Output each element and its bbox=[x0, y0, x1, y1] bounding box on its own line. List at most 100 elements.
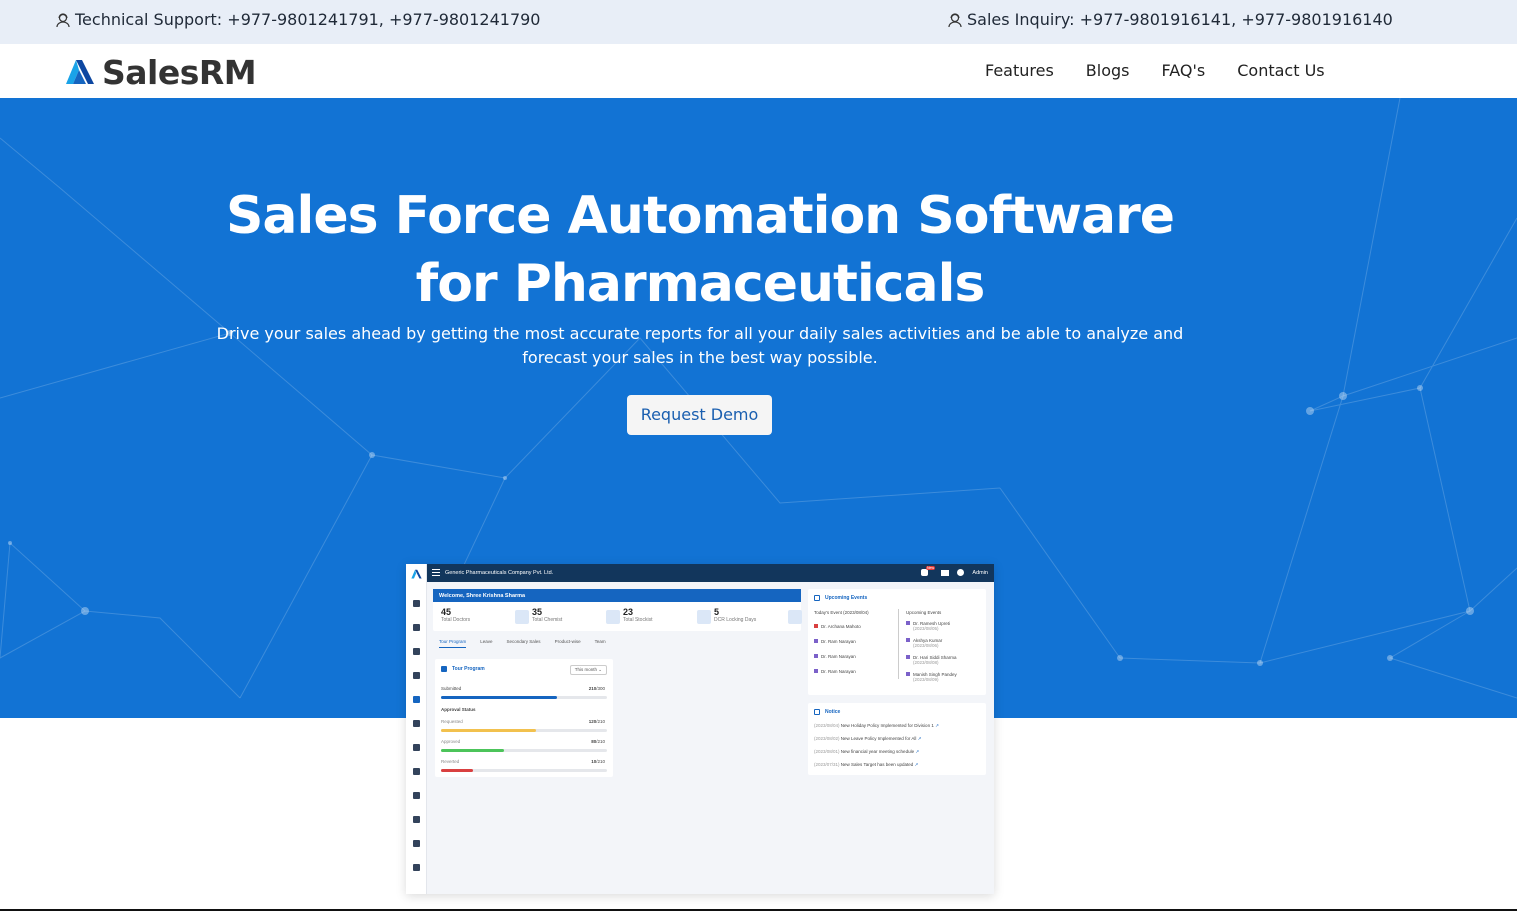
notice-icon bbox=[814, 709, 820, 715]
dashboard-preview: Generic Pharmaceuticals Company Pvt. Ltd… bbox=[406, 564, 994, 894]
company-name: Generic Pharmaceuticals Company Pvt. Ltd… bbox=[445, 570, 554, 576]
today-event-item[interactable]: Dr. Archana Mahoto bbox=[814, 624, 861, 629]
brand-name: SalesRM bbox=[102, 53, 257, 92]
submitted-label: Submitted bbox=[441, 686, 462, 691]
tab-leave[interactable]: Leave bbox=[480, 639, 492, 648]
submitted-progress bbox=[441, 696, 607, 699]
briefcase-icon[interactable] bbox=[413, 696, 420, 703]
today-event-item[interactable]: Dr. Ram Narayan bbox=[814, 669, 856, 674]
approval-row-progress bbox=[441, 769, 607, 772]
stat-total-doctors[interactable]: 45 Total Doctors bbox=[441, 607, 533, 629]
today-event-item[interactable]: Dr. Ram Narayan bbox=[814, 639, 856, 644]
external-link-icon: ↗ bbox=[915, 749, 920, 754]
upcoming-event-item[interactable]: Manish Singh Pandey (2023/08/09) bbox=[906, 672, 957, 682]
nav-item-features[interactable]: Features bbox=[985, 61, 1054, 80]
approval-row-label: Requested bbox=[441, 719, 463, 724]
request-demo-button[interactable]: Request Demo bbox=[627, 395, 772, 435]
technical-support: Technical Support: +977-9801241791, +977… bbox=[55, 10, 540, 29]
hero-subtitle: Drive your sales ahead by getting the mo… bbox=[200, 322, 1200, 370]
stat-total-stockist[interactable]: 23 Total Stockist bbox=[623, 607, 715, 629]
event-icon bbox=[814, 639, 818, 643]
event-icon bbox=[906, 621, 910, 625]
upcoming-events-card: Upcoming Events Today's Event (2023/08/0… bbox=[808, 589, 986, 695]
nav-menu: Features Blogs FAQ's Contact Us bbox=[985, 61, 1325, 80]
mail-icon[interactable] bbox=[941, 570, 949, 576]
today-event-item[interactable]: Dr. Ram Narayan bbox=[814, 654, 856, 659]
settings-sliders-icon[interactable] bbox=[413, 864, 420, 871]
main-navbar: SalesRM Features Blogs FAQ's Contact Us bbox=[0, 44, 1517, 98]
tab-tour-program[interactable]: Tour Program bbox=[439, 639, 467, 648]
admin-label[interactable]: Admin bbox=[972, 570, 988, 576]
dashboard-grid-icon[interactable] bbox=[413, 600, 420, 607]
sales-inquiry-text[interactable]: Sales Inquiry: +977-9801916141, +977-980… bbox=[967, 10, 1393, 29]
approval-row-count: 80/210 bbox=[591, 739, 605, 744]
notice-item[interactable]: (2023/07/31) New Sales Target has been u… bbox=[814, 762, 918, 768]
report-icon[interactable] bbox=[413, 840, 420, 847]
technical-support-text[interactable]: Technical Support: +977-9801241791, +977… bbox=[75, 10, 540, 29]
event-icon bbox=[906, 655, 910, 659]
history-icon[interactable] bbox=[413, 816, 420, 823]
event-icon bbox=[814, 654, 818, 658]
bus-icon[interactable] bbox=[413, 624, 420, 631]
notification-badge: New bbox=[926, 566, 936, 570]
hero-title-line-2: for Pharmaceuticals bbox=[415, 254, 986, 314]
upcoming-event-item[interactable]: Dr. Hari Siddi Sharma (2023/08/08) bbox=[906, 655, 957, 665]
brand-logo[interactable]: SalesRM bbox=[64, 53, 257, 92]
notification-bell-icon[interactable] bbox=[921, 569, 928, 576]
contact-bar: Technical Support: +977-9801241791, +977… bbox=[0, 0, 1517, 44]
hero-title-line-1: Sales Force Automation Software bbox=[225, 186, 1175, 246]
hamburger-menu-icon[interactable] bbox=[432, 569, 440, 570]
tab-product-wise[interactable]: Product-wise bbox=[555, 639, 581, 648]
calendar-icon[interactable] bbox=[413, 768, 420, 775]
stat-total-chemist[interactable]: 35 Total Chemist bbox=[532, 607, 624, 629]
event-icon bbox=[814, 669, 818, 673]
tab-secondary-sales[interactable]: Secondary Sales bbox=[507, 639, 541, 648]
hero-title: Sales Force Automation Software for Phar… bbox=[0, 182, 1400, 318]
approval-row-progress bbox=[441, 729, 607, 732]
upcoming-event-item[interactable]: Akshya Kumar (2023/08/06) bbox=[906, 638, 942, 648]
nav-item-faqs[interactable]: FAQ's bbox=[1162, 61, 1206, 80]
stat-label: Total Doctors bbox=[441, 617, 471, 623]
nav-item-contact-us[interactable]: Contact Us bbox=[1237, 61, 1324, 80]
salesrm-logo-icon bbox=[411, 569, 422, 579]
tour-program-title: Tour Program bbox=[452, 666, 485, 672]
divider bbox=[898, 609, 899, 679]
tour-program-card: Tour Program This month ⌄ Submitted 210/… bbox=[435, 659, 613, 777]
doctor-bag-icon bbox=[515, 610, 529, 624]
submitted-count: 210/300 bbox=[589, 686, 605, 691]
approval-status-title: Approval Status bbox=[441, 707, 476, 712]
external-link-icon: ↗ bbox=[914, 762, 919, 767]
stat-label: Total Stockist bbox=[623, 617, 653, 623]
period-filter-select[interactable]: This month ⌄ bbox=[569, 665, 607, 675]
upcoming-event-item[interactable]: Dr. Ramesh Upreti (2023/08/05) bbox=[906, 621, 950, 631]
notice-item[interactable]: (2023/08/01) New financial year meeting … bbox=[814, 749, 919, 755]
archive-icon[interactable] bbox=[413, 744, 420, 751]
salesrm-logo-icon bbox=[66, 59, 94, 84]
welcome-banner: Welcome, Shree Krishna Sharma bbox=[433, 589, 801, 602]
flask-icon[interactable] bbox=[413, 720, 420, 727]
support-agent-icon bbox=[948, 12, 962, 27]
dashboard-tabs: Tour Program Leave Secondary Sales Produ… bbox=[439, 639, 606, 648]
stat-label: Total Chemist bbox=[532, 617, 563, 623]
approval-row-count: 120/210 bbox=[588, 719, 605, 724]
notice-title: Notice bbox=[825, 709, 841, 715]
notice-item[interactable]: (2023/08/02) New Leave Policy Implemente… bbox=[814, 736, 921, 742]
approval-row-label: Approved bbox=[441, 739, 461, 744]
sales-inquiry: Sales Inquiry: +977-9801916141, +977-980… bbox=[947, 10, 1393, 29]
calendar-check-icon[interactable] bbox=[413, 672, 420, 679]
stat-label: DCR Locking Days bbox=[714, 617, 757, 623]
event-icon bbox=[814, 624, 818, 628]
stat-dcr-locking-days[interactable]: 5 DCR Locking Days bbox=[714, 607, 806, 629]
user-avatar-icon[interactable] bbox=[957, 569, 964, 576]
notice-item[interactable]: (2023/08/04) New Holiday Policy Implemen… bbox=[814, 723, 939, 729]
hero-subtitle-line-2: forecast your sales in the best way poss… bbox=[522, 348, 878, 367]
document-icon[interactable] bbox=[413, 792, 420, 799]
hero-subtitle-line-1: Drive your sales ahead by getting the mo… bbox=[216, 324, 1184, 343]
lock-icon bbox=[788, 610, 802, 624]
approval-row-progress bbox=[441, 749, 607, 752]
nav-item-blogs[interactable]: Blogs bbox=[1086, 61, 1130, 80]
phone-icon[interactable] bbox=[413, 648, 420, 655]
bus-icon bbox=[441, 666, 447, 672]
chemist-icon bbox=[606, 610, 620, 624]
tab-team[interactable]: Team bbox=[595, 639, 606, 648]
